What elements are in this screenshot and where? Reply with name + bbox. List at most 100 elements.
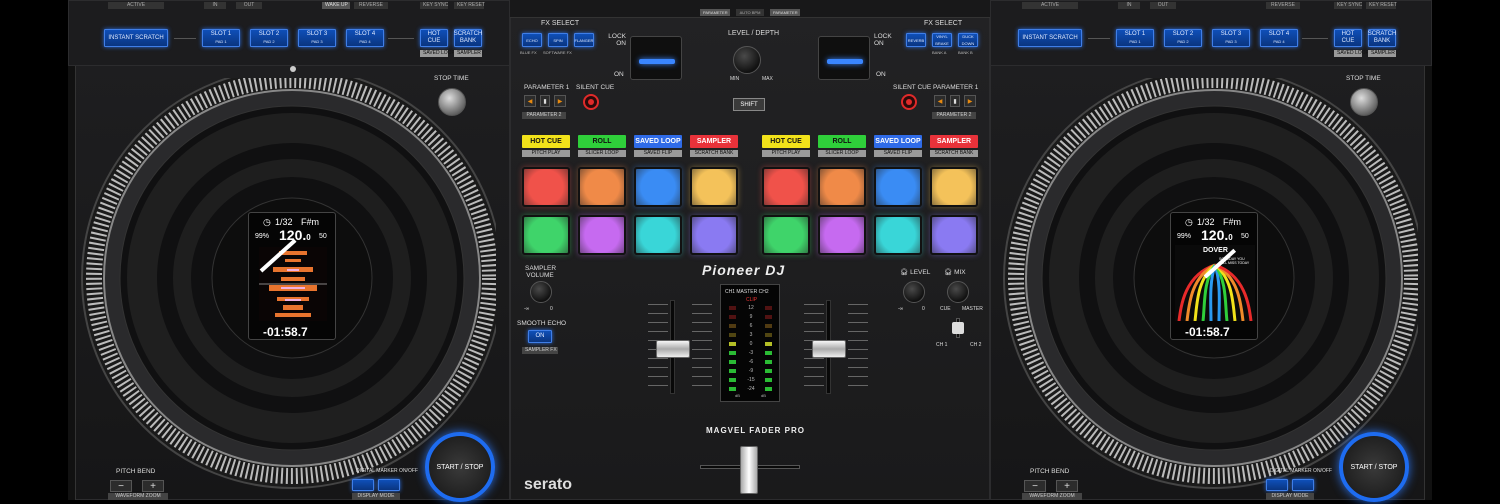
performance-pad[interactable] [522,215,570,255]
r-instant-scratch-button[interactable]: INSTANT SCRATCH [1018,29,1082,47]
silent-cue-right-led [906,99,912,105]
pitch-bend-minus[interactable]: − [110,480,132,492]
mode-left-hot-cue[interactable]: HOT CUE [522,135,570,148]
performance-pad[interactable] [762,167,810,207]
pitch-bend-plus[interactable]: + [142,480,164,492]
meter-segment [765,324,772,328]
fader-tick [648,385,668,386]
start-stop-button[interactable]: START / STOP [425,432,495,502]
fx-spin-button[interactable]: SPIN [548,33,568,47]
performance-pad[interactable] [930,167,978,207]
r-slot-1-label: SLOT 1 [1124,31,1146,37]
fx-reverb-button[interactable]: REVERB [906,33,926,47]
performance-pad[interactable] [578,167,626,207]
lock-on-right-label: LOCK ON [874,33,892,47]
mode-right-hot-cue[interactable]: HOT CUE [762,135,810,148]
pioneer-dj-logo: Pioneer DJ [702,262,786,278]
r-slot-4-button[interactable]: SLOT 4 PAD 4 [1260,29,1298,47]
r-slot-3-button[interactable]: SLOT 3 PAD 3 [1212,29,1250,47]
mode-left-sampler[interactable]: SAMPLER [690,135,738,148]
r-hot-cue-button[interactable]: HOT CUE [1334,29,1362,47]
smooth-echo-button[interactable]: ON [528,330,552,343]
performance-pad[interactable] [874,167,922,207]
slot-2-button[interactable]: SLOT 2 PAD 2 [250,29,288,47]
hot-cue-button[interactable]: HOT CUE [420,29,448,47]
r-display-mode-right-button[interactable] [1292,479,1314,491]
r-slot-2-button[interactable]: SLOT 2 PAD 2 [1164,29,1202,47]
scratch-bank-button[interactable]: SCRATCH BANK [454,29,482,47]
r-start-stop-button[interactable]: START / STOP [1339,432,1409,502]
performance-pad[interactable] [818,215,866,255]
fx-flanger-button[interactable]: FLANGER [574,33,594,47]
headphone-level-label: 🎧︎ LEVEL [900,268,930,276]
divider [174,38,196,39]
performance-pad[interactable] [762,215,810,255]
r-pitch-bend-plus[interactable]: + [1056,480,1078,492]
silent-cue-left-label: SILENT CUE [576,84,615,91]
fx-echo-button[interactable]: ECHO [522,33,542,47]
mode-right-sub-2: SLICER LOOP [818,150,866,157]
performance-pad[interactable] [522,167,570,207]
performance-pad[interactable] [818,167,866,207]
performance-pad[interactable] [690,167,738,207]
instant-scratch-button[interactable]: INSTANT SCRATCH [104,29,168,47]
mode-left-saved-loop[interactable]: SAVED LOOP [634,135,682,148]
lock-right-slider[interactable] [818,36,870,80]
level-meter: CH1 MASTER CH2 CLIP 12 9 6 3 0 -3 -6 -9 -15 -24 d… [720,284,780,402]
param-left-mid[interactable]: ▮ [540,95,550,107]
headphone-level-knob[interactable] [903,281,925,303]
mode-right-roll[interactable]: ROLL [818,135,866,148]
r-display-mode-label: DISPLAY MODE [1266,493,1314,500]
r-pitch-left: 99% [1177,233,1192,240]
performance-pad[interactable] [634,215,682,255]
r-display-mode-left-button[interactable] [1266,479,1288,491]
mix-master: MASTER [962,306,983,312]
display-mode-right-button[interactable] [378,479,400,491]
meter-segment [729,306,736,310]
lock-left-slider[interactable] [630,36,682,80]
silent-cue-left-button[interactable] [583,94,599,110]
r-scratch-bank-button[interactable]: SCRATCH BANK [1368,29,1396,47]
fader-tick [804,385,824,386]
ch1-fader[interactable] [656,340,690,358]
fx-duckdown-button[interactable]: DUCK DOWN [958,33,978,47]
param-right-mid[interactable]: ▮ [950,95,960,107]
r-beat-icon: ◷ [1185,217,1193,227]
parameter1-right-label: PARAMETER 1 [933,84,979,91]
pitch-right: 50 [319,233,327,240]
mode-left-roll[interactable]: ROLL [578,135,626,148]
param-left-inc[interactable]: ▶ [554,95,566,107]
meter-segment [729,360,736,364]
shift-button[interactable]: SHIFT [733,98,765,111]
param-right-dec[interactable]: ◀ [934,95,946,107]
crossfader-knob[interactable] [740,446,758,494]
performance-pad[interactable] [874,215,922,255]
ch2-fader[interactable] [812,340,846,358]
sampler-volume-label: SAMPLER VOLUME [525,265,557,279]
mode-right-saved-loop[interactable]: SAVED LOOP [874,135,922,148]
parameter2-right-label: PARAMETER 2 [932,112,976,119]
param-right-inc[interactable]: ▶ [964,95,976,107]
mode-right-sampler[interactable]: SAMPLER [930,135,978,148]
fader-tick [648,358,668,359]
meter-segment [729,324,736,328]
performance-pad[interactable] [930,215,978,255]
performance-pad[interactable] [578,215,626,255]
fx-vinylbrake-button[interactable]: VINYL BRAKE [932,33,952,47]
slot-1-button[interactable]: SLOT 1 PAD 1 [202,29,240,47]
headphone-mix-knob[interactable] [947,281,969,303]
r-slot-1-button[interactable]: SLOT 1 PAD 1 [1116,29,1154,47]
performance-pad[interactable] [690,215,738,255]
sampler-volume-knob[interactable] [530,281,552,303]
level-depth-knob[interactable] [733,46,761,74]
display-mode-left-button[interactable] [352,479,374,491]
cue-selector[interactable] [938,318,978,338]
r-pitch-bend-minus[interactable]: − [1024,480,1046,492]
silent-cue-right-button[interactable] [901,94,917,110]
slot-3-button[interactable]: SLOT 3 PAD 3 [298,29,336,47]
meter-segment [765,378,772,382]
lock-on-left-label: LOCK ON [608,33,626,47]
param-left-dec[interactable]: ◀ [524,95,536,107]
slot-4-button[interactable]: SLOT 4 PAD 4 [346,29,384,47]
performance-pad[interactable] [634,167,682,207]
